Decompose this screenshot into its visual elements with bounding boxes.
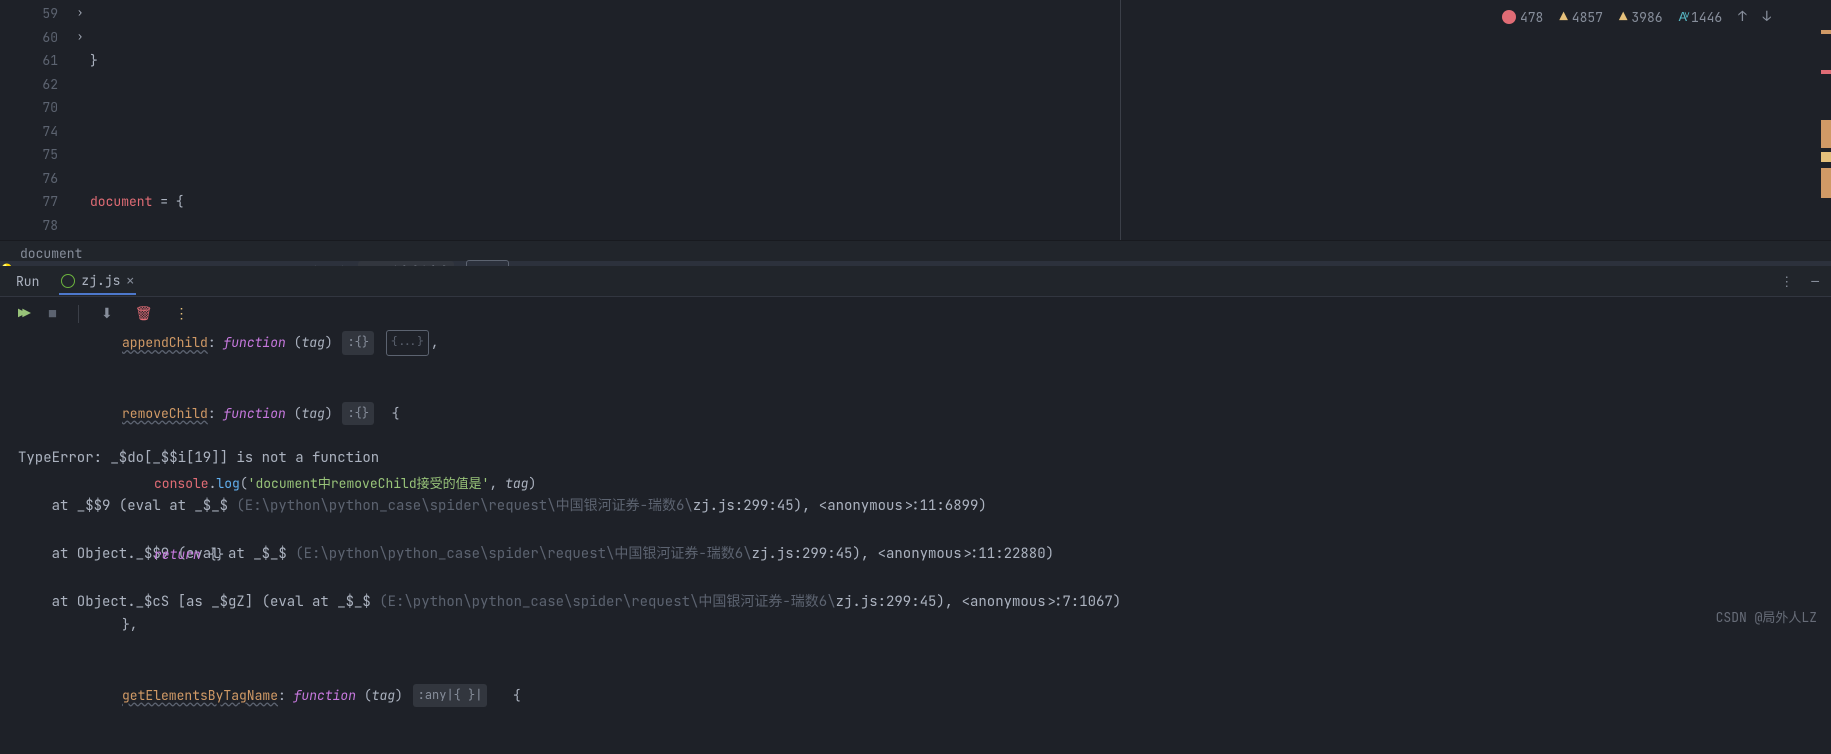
more-icon[interactable]: ⋮ bbox=[1780, 273, 1793, 290]
run-toolwindow-tabs: Run zj.js ✕ ⋮ — bbox=[0, 266, 1831, 296]
stop-icon[interactable]: ■ bbox=[49, 306, 56, 322]
js-file-icon bbox=[61, 274, 75, 288]
code-editor[interactable]: } document = { 💡 createElement: function… bbox=[90, 0, 1831, 240]
run-label[interactable]: Run bbox=[10, 273, 45, 290]
fold-column: › › bbox=[70, 0, 90, 240]
close-tab-icon[interactable]: ✕ bbox=[126, 272, 134, 289]
minimize-icon[interactable]: — bbox=[1811, 273, 1819, 290]
fold-toggle[interactable]: › bbox=[70, 2, 90, 26]
run-tab[interactable]: zj.js ✕ bbox=[59, 267, 136, 295]
watermark: CSDN @局外人LZ bbox=[1716, 607, 1817, 626]
fold-toggle[interactable]: › bbox=[70, 26, 90, 50]
minimap[interactable] bbox=[1813, 0, 1831, 240]
editor-pane: 478 ▲4857 ▲3986 Aͮ1446 ↑ ↓ 59 60 61 62 7… bbox=[0, 0, 1831, 240]
line-gutter: 59 60 61 62 70 74 75 76 77 78 bbox=[0, 0, 70, 240]
rerun-icon[interactable]: ▶▶ bbox=[18, 305, 27, 323]
fold-marker[interactable]: {...} bbox=[386, 330, 429, 356]
